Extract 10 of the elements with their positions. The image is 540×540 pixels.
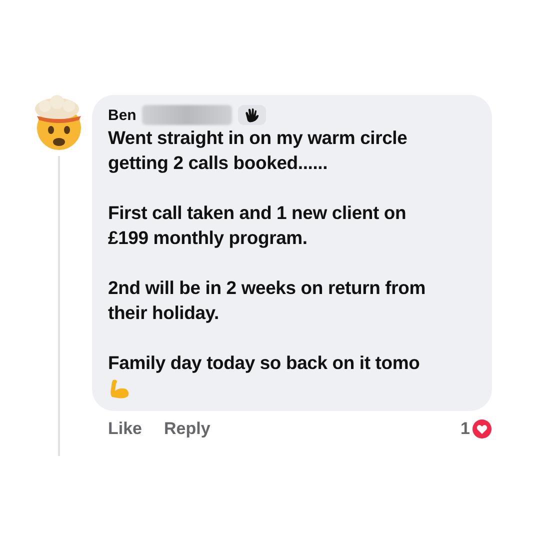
comment-text: First call taken and 1 new client on £199 monthly program. — [108, 201, 408, 250]
comment-action[interactable]: Like — [108, 419, 142, 439]
waving-hand-icon — [243, 106, 262, 124]
comment-text: Family day today so back on it tomo — [108, 351, 421, 375]
heart-reaction-icon[interactable] — [472, 419, 492, 439]
author-name: Ben — [108, 106, 136, 124]
comment-text: Went straight in on my warm circle getting 2 calls booked...... — [108, 126, 408, 175]
comment-action[interactable]: Reply — [164, 419, 210, 439]
comment-text: 2nd will be in 2 weeks on return from their holiday. — [108, 276, 426, 325]
reaction-count: 1 — [460, 419, 470, 439]
